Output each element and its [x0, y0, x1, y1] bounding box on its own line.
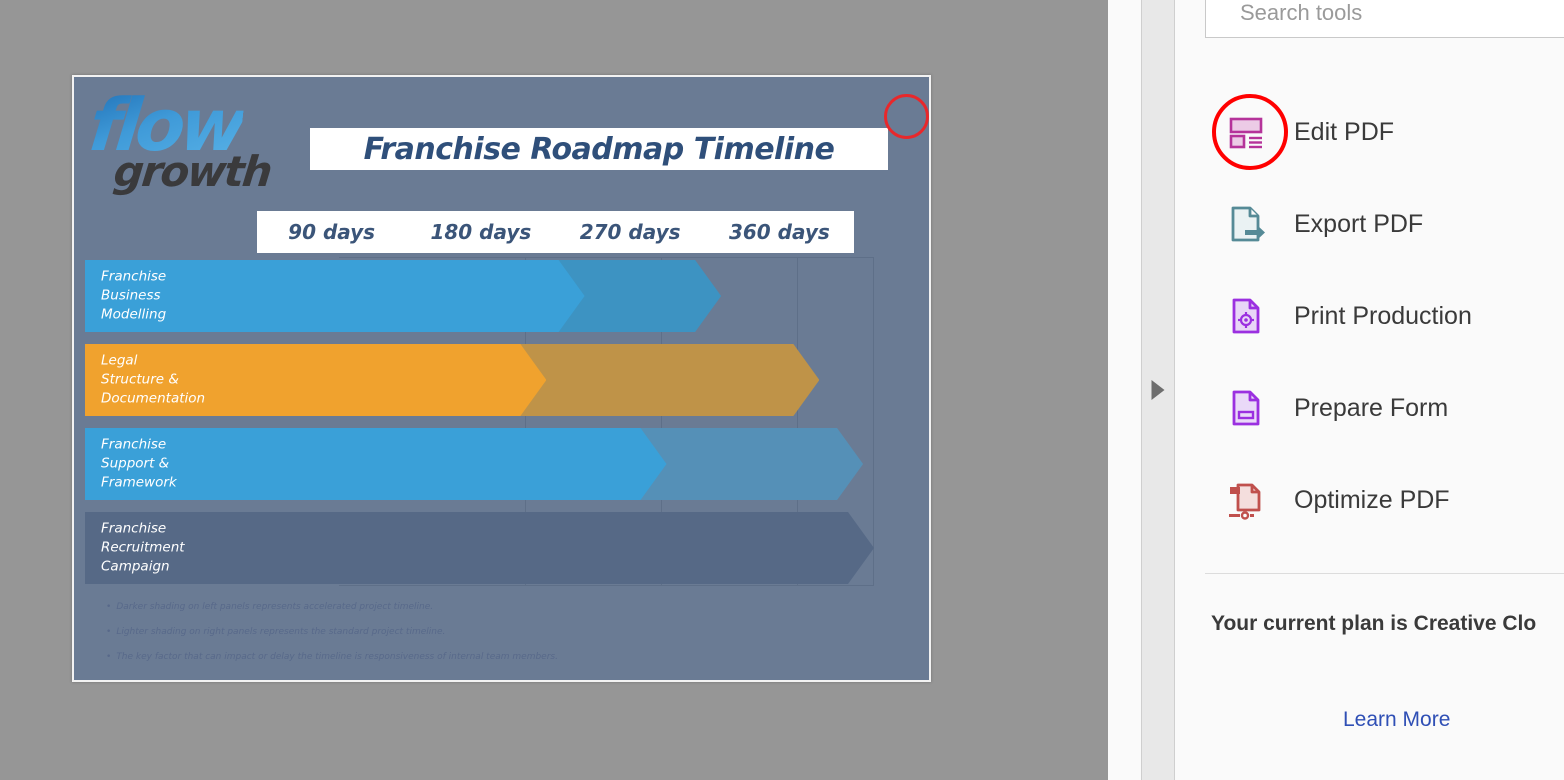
pdf-page-slide[interactable]: flow growth Franchise Roadmap Timeline 9… [72, 75, 931, 682]
panel-gap [1108, 0, 1141, 780]
bar-segment-standard [85, 512, 874, 584]
timeline-header-360: 360 days [728, 220, 830, 244]
tool-item-prepare-form[interactable]: Prepare Form [1175, 362, 1564, 454]
tool-list: Edit PDF Export PDF Print Production Pre… [1175, 86, 1564, 546]
footnote-text: Darker shading on left panels represents… [116, 602, 434, 612]
current-plan-text: Your current plan is Creative Clo [1211, 612, 1537, 635]
timeline-bar-row: Franchise Support & Framework [85, 428, 874, 500]
bullet-icon: • [106, 627, 112, 637]
tool-item-export-pdf[interactable]: Export PDF [1175, 178, 1564, 270]
application-window: flow growth Franchise Roadmap Timeline 9… [0, 0, 1564, 780]
timeline-header-180: 180 days [430, 220, 532, 244]
panel-collapse-strip[interactable] [1141, 0, 1175, 780]
flow-growth-logo: flow growth [86, 83, 286, 203]
bullet-icon: • [106, 652, 112, 662]
timeline-bar-row: Franchise Recruitment Campaign [85, 512, 874, 584]
tool-label: Export PDF [1294, 209, 1424, 238]
red-circle-annotation-icon [884, 94, 929, 139]
tool-label: Optimize PDF [1294, 485, 1450, 514]
slide-title: Franchise Roadmap Timeline [363, 131, 835, 167]
edit-pdf-icon [1224, 110, 1268, 154]
footnote-text: Lighter shading on right panels represen… [116, 627, 446, 637]
learn-more-link[interactable]: Learn More [1343, 708, 1450, 732]
bar-row-label: Franchise Recruitment Campaign [101, 520, 185, 575]
bar-row-label: Franchise Business Modelling [101, 268, 167, 323]
export-pdf-icon [1224, 202, 1268, 246]
timeline-header-band: 90 days 180 days 270 days 360 days [257, 211, 854, 253]
tool-item-print-production[interactable]: Print Production [1175, 270, 1564, 362]
timeline-bar-row: Franchise Business Modelling [85, 260, 874, 332]
search-tools-box[interactable]: Search tools [1205, 0, 1564, 38]
bullet-icon: • [106, 602, 112, 612]
timeline-header-270: 270 days [579, 220, 681, 244]
tool-label: Prepare Form [1294, 393, 1449, 422]
prepare-form-icon [1224, 386, 1268, 430]
timeline-header-90: 90 days [288, 220, 376, 244]
document-viewer[interactable]: flow growth Franchise Roadmap Timeline 9… [0, 0, 1108, 780]
optimize-pdf-icon [1224, 478, 1268, 522]
tool-item-optimize-pdf[interactable]: Optimize PDF [1175, 454, 1564, 546]
logo-word-growth: growth [111, 147, 273, 196]
footnote-text: The key factor that can impact or delay … [116, 652, 558, 662]
panel-divider [1205, 573, 1564, 574]
footnote-row: • Darker shading on left panels represent… [106, 595, 806, 620]
bar-row-label: Franchise Support & Framework [101, 436, 177, 491]
footnote-row: • The key factor that can impact or delay… [106, 645, 806, 670]
slide-title-band: Franchise Roadmap Timeline [310, 128, 888, 170]
tool-item-edit-pdf[interactable]: Edit PDF [1175, 86, 1564, 178]
bar-row-label: Legal Structure & Documentation [101, 352, 206, 407]
print-production-icon [1224, 294, 1268, 338]
tool-label: Print Production [1294, 301, 1472, 330]
search-input[interactable]: Search tools [1240, 0, 1362, 26]
footnote-row: • Lighter shading on right panels represe… [106, 620, 806, 645]
tool-label: Edit PDF [1294, 117, 1395, 146]
chevron-right-icon[interactable] [1151, 380, 1165, 400]
tools-panel: Search tools Edit PDF Export PDF Print P… [1175, 0, 1564, 780]
slide-footnotes: • Darker shading on left panels represent… [106, 595, 806, 670]
timeline-bar-row: Legal Structure & Documentation [85, 344, 874, 416]
